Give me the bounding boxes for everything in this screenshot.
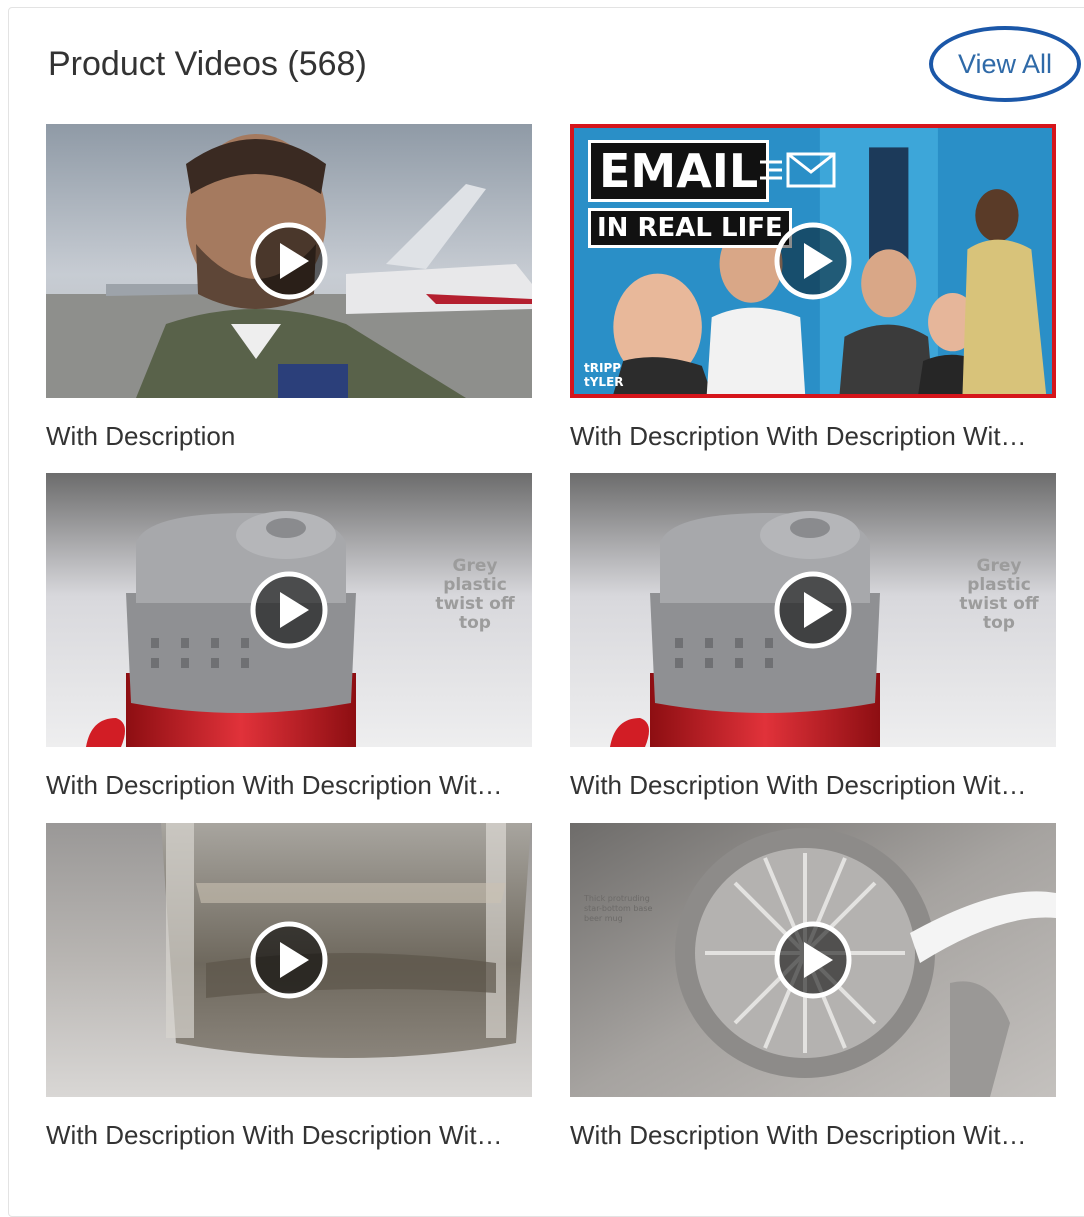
play-icon[interactable] xyxy=(773,920,853,1000)
thumbnail-note: Grey plastic twist off top xyxy=(435,556,515,633)
video-caption[interactable]: With Description With Description Wit… xyxy=(570,420,1056,452)
video-thumbnail[interactable]: Thick protruding star-bottom base beer m… xyxy=(570,823,1056,1097)
svg-text:Thick protruding: Thick protruding xyxy=(583,894,650,903)
play-icon[interactable] xyxy=(773,221,853,301)
video-card[interactable]: Grey plastic twist off top With Descript… xyxy=(570,473,1056,801)
thumbnail-badge-top: EMAIL xyxy=(588,140,770,202)
brand-logo: tRIPP tYLER xyxy=(584,360,624,393)
video-thumbnail[interactable]: Grey plastic twist off top xyxy=(46,473,532,747)
video-card[interactable]: EMAIL IN REAL LIFE tRIPP tYLER With Desc… xyxy=(570,124,1056,452)
svg-text:beer mug: beer mug xyxy=(584,914,623,923)
video-caption[interactable]: With Description With Description Wit… xyxy=(570,769,1056,801)
svg-text:star-bottom base: star-bottom base xyxy=(584,904,652,913)
play-icon[interactable] xyxy=(249,221,329,301)
svg-text:tYLER: tYLER xyxy=(584,375,624,389)
svg-text:tRIPP: tRIPP xyxy=(584,361,621,375)
view-all-link[interactable]: View All xyxy=(929,26,1081,102)
video-thumbnail[interactable] xyxy=(46,823,532,1097)
video-thumbnail[interactable]: Grey plastic twist off top xyxy=(570,473,1056,747)
video-card[interactable]: Grey plastic twist off top With Descript… xyxy=(46,473,532,801)
video-caption[interactable]: With Description With Description Wit… xyxy=(570,1119,1056,1151)
thumbnail-note: Grey plastic twist off top xyxy=(959,556,1039,633)
video-caption[interactable]: With Description With Description Wit… xyxy=(46,769,532,801)
video-card[interactable]: With Description With Description Wit… xyxy=(46,823,532,1151)
play-icon[interactable] xyxy=(249,920,329,1000)
video-card[interactable]: With Description xyxy=(46,124,532,452)
video-caption[interactable]: With Description With Description Wit… xyxy=(46,1119,532,1151)
video-card[interactable]: Thick protruding star-bottom base beer m… xyxy=(570,823,1056,1151)
page-title: Product Videos (568) xyxy=(48,45,367,83)
envelope-icon xyxy=(760,152,836,188)
play-icon[interactable] xyxy=(773,570,853,650)
video-caption[interactable]: With Description xyxy=(46,420,532,452)
view-all-label: View All xyxy=(957,48,1053,79)
play-icon[interactable] xyxy=(249,570,329,650)
video-thumbnail[interactable] xyxy=(46,124,532,398)
video-thumbnail[interactable]: EMAIL IN REAL LIFE tRIPP tYLER xyxy=(570,124,1056,398)
thumbnail-badge-bottom: IN REAL LIFE xyxy=(588,208,792,248)
tripp-tyler-logo: tRIPP tYLER xyxy=(584,361,624,389)
